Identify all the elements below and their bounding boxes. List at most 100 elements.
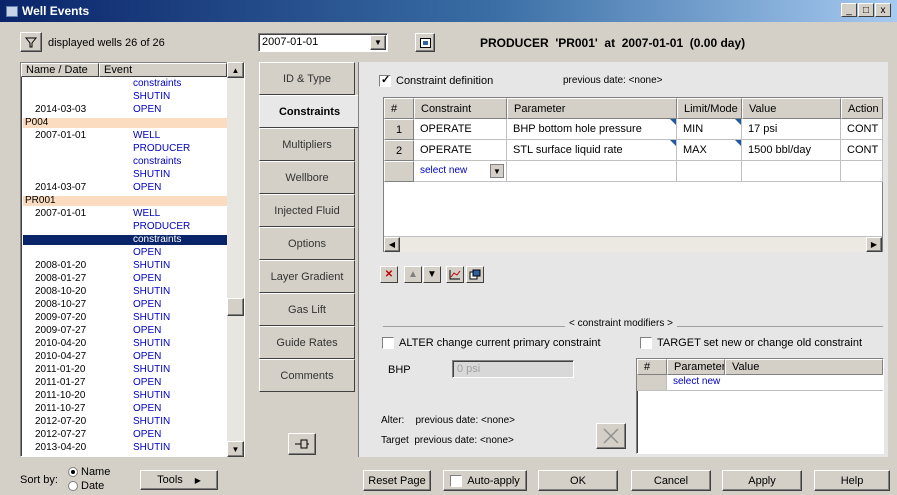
tab-options[interactable]: Options [259, 227, 355, 260]
tab-layer-gradient[interactable]: Layer Gradient [259, 260, 355, 293]
constraints-table[interactable]: # Constraint Parameter Limit/Mode Value Actio… [383, 97, 883, 252]
list-item[interactable]: 2011-10-20 SHUTIN [23, 391, 228, 401]
reset-page-button[interactable]: Reset Page [363, 470, 431, 491]
list-item[interactable]: 2014-03-07 OPEN [23, 183, 228, 193]
list-item[interactable]: 2013-04-20 SHUTIN [23, 443, 228, 453]
list-item[interactable]: OPEN [23, 248, 228, 258]
list-item[interactable]: 2010-04-20 SHUTIN [23, 339, 228, 349]
well-group-row[interactable]: P004 [23, 118, 228, 128]
cell-parameter[interactable]: BHP bottom hole pressure [507, 119, 677, 140]
tab-multipliers[interactable]: Multipliers [259, 128, 355, 161]
list-item[interactable]: 2012-07-20 SHUTIN [23, 417, 228, 427]
list-scrollbar[interactable]: ▲ ▼ [227, 62, 244, 457]
scroll-thumb[interactable] [227, 298, 244, 316]
tab-wellbore[interactable]: Wellbore [259, 161, 355, 194]
close-button[interactable]: x [875, 3, 891, 17]
tab-guide-rates[interactable]: Guide Rates [259, 326, 355, 359]
list-item[interactable]: PRODUCER [23, 144, 228, 154]
maximize-button[interactable]: □ [858, 3, 874, 17]
chevron-down-icon[interactable]: ▼ [490, 164, 504, 178]
list-item[interactable]: 2009-07-20 SHUTIN [23, 313, 228, 323]
modifiers-select-new[interactable]: select new [667, 375, 883, 391]
cell-value[interactable]: 17 psi [742, 119, 841, 140]
alter-checkbox[interactable]: ALTER change current primary constraint [382, 337, 601, 349]
list-item[interactable]: SHUTIN [23, 92, 228, 102]
list-item[interactable]: SHUTIN [23, 170, 228, 180]
date-dropdown-button[interactable]: ▼ [370, 35, 386, 50]
tools-button[interactable]: Tools ▶ [140, 470, 218, 490]
column-header-event[interactable]: Event [99, 63, 227, 77]
empty-cell[interactable] [841, 161, 883, 182]
list-item[interactable]: 2012-07-27 OPEN [23, 430, 228, 440]
scroll-right-button[interactable]: ▶ [866, 237, 882, 252]
apply-button[interactable]: Apply [722, 470, 802, 491]
sort-date-radio[interactable]: Date [68, 480, 104, 492]
delete-button[interactable]: ✕ [380, 266, 398, 283]
list-item[interactable]: PRODUCER [23, 222, 228, 232]
list-item[interactable]: 2008-10-27 OPEN [23, 300, 228, 310]
table-hscrollbar[interactable]: ◀ ▶ [384, 236, 882, 252]
column-header-limitmode[interactable]: Limit/Mode [677, 98, 742, 119]
column-header-name[interactable]: Name / Date [21, 63, 99, 77]
scroll-left-button[interactable]: ◀ [384, 237, 400, 252]
modifiers-table[interactable]: # Parameter Value select new [636, 358, 884, 454]
copy-button[interactable] [466, 266, 484, 283]
cell-action[interactable]: CONT [841, 140, 883, 161]
empty-cell[interactable] [742, 161, 841, 182]
auto-apply-checkbox[interactable]: Auto-apply [443, 470, 527, 491]
bhp-input[interactable]: 0 psi [452, 360, 574, 378]
list-item[interactable]: 2009-07-27 OPEN [23, 326, 228, 336]
minimize-button[interactable]: _ [841, 3, 857, 17]
list-item[interactable]: 2011-01-27 OPEN [23, 378, 228, 388]
column-header-value[interactable]: Value [742, 98, 841, 119]
cell-limit[interactable]: MAX [677, 140, 742, 161]
cell-value[interactable]: 1500 bbl/day [742, 140, 841, 161]
column-header-parameter[interactable]: Parameter [507, 98, 677, 119]
tab-gas-lift[interactable]: Gas Lift [259, 293, 355, 326]
tab-id-type[interactable]: ID & Type [259, 62, 355, 95]
list-item[interactable]: 2011-10-27 OPEN [23, 404, 228, 414]
cell-limit[interactable]: MIN [677, 119, 742, 140]
target-checkbox[interactable]: TARGET set new or change old constraint [640, 337, 862, 349]
pin-button[interactable] [288, 433, 316, 455]
cell-parameter[interactable]: STL surface liquid rate [507, 140, 677, 161]
scroll-down-button[interactable]: ▼ [227, 441, 244, 457]
list-item[interactable]: 2010-04-27 OPEN [23, 352, 228, 362]
tab-constraints[interactable]: Constraints [259, 95, 359, 128]
list-item[interactable]: constraints [23, 235, 228, 245]
column-header-action[interactable]: Action [841, 98, 883, 119]
constraint-definition-checkbox[interactable]: Constraint definition [379, 73, 493, 87]
filter-button[interactable] [20, 32, 42, 52]
empty-cell[interactable] [507, 161, 677, 182]
column-header-[interactable]: # [384, 98, 414, 119]
clear-modifiers-button[interactable] [596, 423, 626, 449]
move-down-button[interactable]: ▼ [423, 266, 441, 283]
ok-button[interactable]: OK [538, 470, 618, 491]
list-item[interactable]: 2011-01-20 SHUTIN [23, 365, 228, 375]
calendar-button[interactable] [415, 33, 435, 52]
list-item[interactable]: 2014-03-03 OPEN [23, 105, 228, 115]
cell-constraint[interactable]: OPERATE [414, 140, 507, 161]
sort-name-radio[interactable]: Name [68, 466, 110, 478]
date-select[interactable]: 2007-01-01 [258, 33, 388, 52]
empty-cell[interactable] [677, 161, 742, 182]
tab-comments[interactable]: Comments [259, 359, 355, 392]
list-item[interactable]: constraints [23, 157, 228, 167]
list-item[interactable]: 2007-01-01 WELL [23, 131, 228, 141]
cancel-button[interactable]: Cancel [631, 470, 711, 491]
list-item[interactable]: 2008-10-20 SHUTIN [23, 287, 228, 297]
list-item[interactable]: 2008-01-20 SHUTIN [23, 261, 228, 271]
well-events-list[interactable]: Name / Date Event constraints SHUTIN 2014-… [20, 62, 245, 457]
tab-injected-fluid[interactable]: Injected Fluid [259, 194, 355, 227]
move-up-button[interactable]: ▲ [404, 266, 422, 283]
help-button[interactable]: Help [814, 470, 890, 491]
well-group-row[interactable]: PR001 [23, 196, 228, 206]
cell-action[interactable]: CONT [841, 119, 883, 140]
list-item[interactable]: constraints [23, 79, 228, 89]
cell-constraint[interactable]: OPERATE [414, 119, 507, 140]
list-item[interactable]: 2008-01-27 OPEN [23, 274, 228, 284]
chart-button[interactable] [446, 266, 464, 283]
list-item[interactable]: 2007-01-01 WELL [23, 209, 228, 219]
select-new-cell[interactable]: select new ▼ [414, 161, 507, 182]
scroll-up-button[interactable]: ▲ [227, 62, 244, 78]
